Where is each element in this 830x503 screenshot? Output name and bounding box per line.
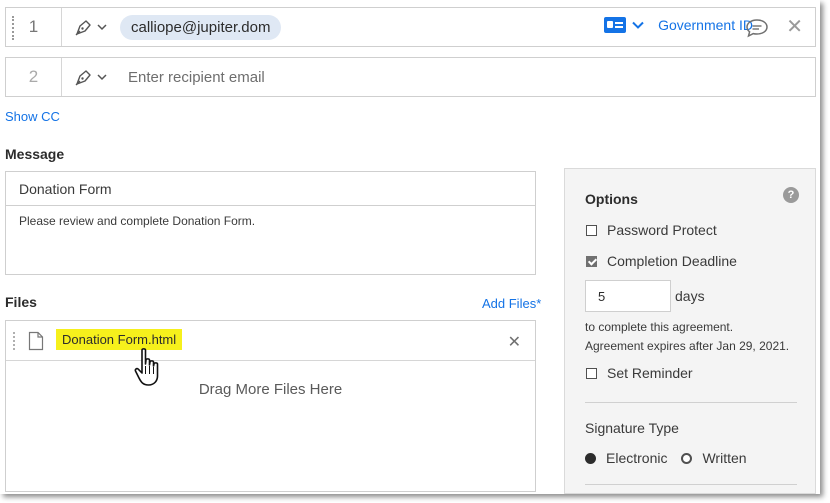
- remove-file-icon[interactable]: ✕: [508, 332, 521, 352]
- divider: [585, 484, 797, 485]
- pen-icon: [75, 20, 91, 36]
- id-card-icon: [604, 17, 627, 33]
- recipient-row-1: 1 calliope@jupiter.dom Government ID ✕: [5, 7, 816, 47]
- file-row: Donation Form.html ✕: [6, 321, 535, 361]
- files-heading: Files: [5, 294, 37, 310]
- message-heading: Message: [5, 146, 65, 162]
- deadline-days-input[interactable]: 5: [585, 280, 671, 312]
- expiry-note: Agreement expires after Jan 29, 2021.: [585, 339, 790, 353]
- password-protect-checkbox[interactable]: [586, 224, 597, 236]
- drag-handle[interactable]: [13, 332, 15, 350]
- recipient-order-number: 2: [6, 58, 62, 96]
- files-dropzone[interactable]: Donation Form.html ✕ Drag More Files Her…: [5, 320, 536, 492]
- recipient-row-2: 2 Enter recipient email: [5, 57, 816, 97]
- message-body-field[interactable]: Please review and complete Donation Form…: [6, 206, 535, 236]
- written-label: Written: [702, 450, 747, 466]
- set-reminder-option[interactable]: Set Reminder: [586, 365, 693, 381]
- remove-recipient-icon[interactable]: ✕: [786, 17, 803, 37]
- authentication-dropdown[interactable]: Government ID: [604, 17, 753, 33]
- set-reminder-checkbox[interactable]: [586, 367, 597, 379]
- recipient-order-number: 1: [6, 8, 62, 46]
- set-reminder-label: Set Reminder: [607, 365, 693, 381]
- pen-icon: [75, 70, 91, 86]
- completion-deadline-label: Completion Deadline: [607, 253, 737, 269]
- drop-hint: Drag More Files Here: [198, 381, 343, 398]
- deadline-note: to complete this agreement.: [585, 320, 734, 334]
- show-cc-link[interactable]: Show CC: [5, 109, 60, 124]
- document-icon: [28, 331, 44, 351]
- add-files-link[interactable]: Add Files*: [482, 296, 541, 311]
- agreement-name-field[interactable]: Donation Form: [6, 172, 535, 206]
- password-protect-label: Password Protect: [607, 222, 717, 238]
- hand-cursor-icon: [134, 348, 159, 386]
- chevron-down-icon: [96, 24, 107, 31]
- authentication-label: Government ID: [658, 17, 753, 33]
- divider: [585, 402, 797, 403]
- electronic-radio[interactable]: [585, 452, 596, 464]
- options-panel: Options ? Password Protect Completion De…: [564, 168, 816, 494]
- signature-type-radios: Electronic Written: [585, 450, 747, 466]
- signature-type-heading: Signature Type: [585, 420, 679, 436]
- private-message-icon[interactable]: [745, 18, 769, 38]
- written-radio[interactable]: [681, 452, 693, 464]
- electronic-label: Electronic: [606, 450, 668, 466]
- help-icon[interactable]: ?: [783, 187, 799, 203]
- drag-handle[interactable]: [12, 16, 14, 40]
- password-protect-option[interactable]: Password Protect: [586, 222, 717, 238]
- options-heading: Options: [585, 191, 638, 207]
- completion-deadline-option[interactable]: Completion Deadline: [586, 253, 737, 269]
- message-box: Donation Form Please review and complete…: [5, 171, 536, 275]
- agreement-form: 1 calliope@jupiter.dom Government ID ✕ 2…: [0, 0, 820, 494]
- signer-role-dropdown[interactable]: [62, 58, 118, 96]
- signer-role-dropdown[interactable]: [62, 8, 118, 46]
- chevron-down-icon: [632, 21, 644, 29]
- completion-deadline-checkbox[interactable]: [586, 255, 597, 267]
- recipient-email-chip[interactable]: calliope@jupiter.dom: [120, 14, 282, 40]
- days-unit-label: days: [675, 288, 705, 304]
- recipient-email-input[interactable]: Enter recipient email: [128, 69, 265, 86]
- chevron-down-icon: [96, 74, 107, 81]
